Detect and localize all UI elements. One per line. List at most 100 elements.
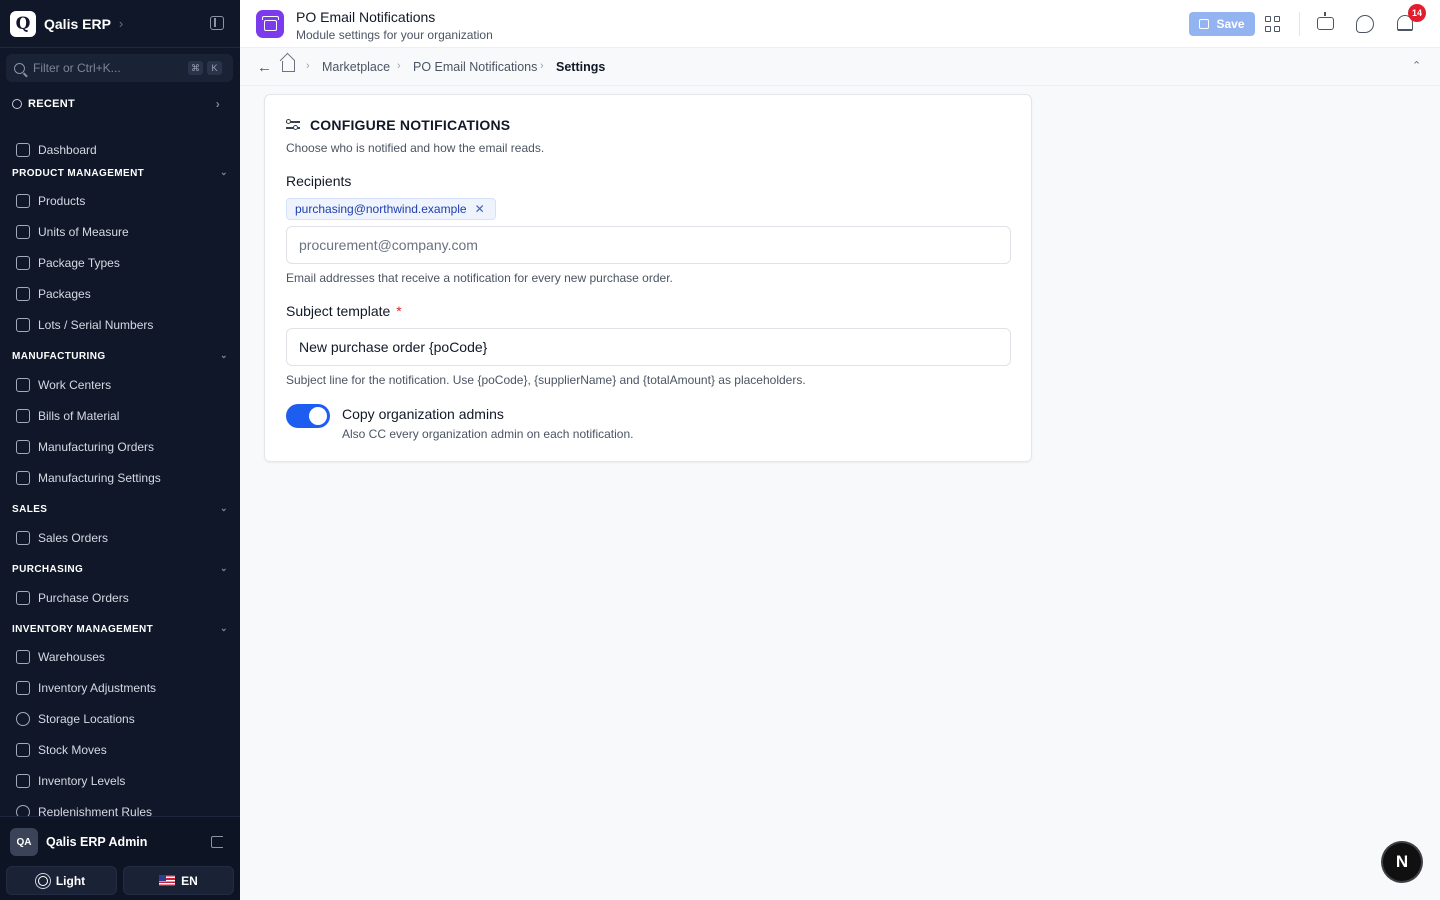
subject-template-label: Subject template * <box>286 303 402 319</box>
recipient-chip-label: purchasing@northwind.example <box>295 202 467 216</box>
sidebar-item-label: Dashboard <box>38 143 97 157</box>
map-pin-icon <box>16 712 30 726</box>
section-inventory-management[interactable]: INVENTORY MANAGEMENT ⌄ <box>12 623 228 635</box>
chevron-right-icon: › <box>306 60 310 72</box>
section-sales[interactable]: SALES ⌄ <box>12 503 228 515</box>
sidebar-item-label: Purchase Orders <box>38 591 129 605</box>
sidebar-item-lots-serial-numbers[interactable]: Lots / Serial Numbers <box>16 316 226 334</box>
sidebar-item-label: Stock Moves <box>38 743 107 757</box>
chat-icon[interactable] <box>1356 15 1374 33</box>
home-icon[interactable] <box>282 61 295 72</box>
required-mark: * <box>396 303 402 319</box>
bot-icon[interactable] <box>1317 12 1334 30</box>
factory-icon <box>16 440 30 454</box>
save-label: Save <box>1216 17 1245 31</box>
sidebar-item-warehouses[interactable]: Warehouses <box>16 648 226 666</box>
chevron-down-icon: ⌄ <box>220 350 228 360</box>
sun-icon <box>37 875 48 886</box>
subject-label-text: Subject template <box>286 303 391 319</box>
sidebar-item-stock-moves[interactable]: Stock Moves <box>16 741 226 759</box>
chevron-right-icon: › <box>397 60 401 72</box>
sliders-icon <box>16 471 30 485</box>
chevron-down-icon: ⌄ <box>220 623 228 633</box>
factory-icon <box>16 378 30 392</box>
sidebar-item-label: Storage Locations <box>38 712 135 726</box>
recent-section[interactable]: RECENT › <box>12 97 220 111</box>
sidebar-collapse-icon[interactable] <box>210 16 224 30</box>
section-title: INVENTORY MANAGEMENT <box>12 624 154 635</box>
remove-chip-icon[interactable]: ✕ <box>475 202 485 216</box>
kbd-k: K <box>207 61 222 75</box>
sidebar-item-products[interactable]: Products <box>16 192 226 210</box>
chevron-down-icon: ⌄ <box>220 167 228 177</box>
apps-grid-icon[interactable] <box>1265 16 1281 32</box>
sidebar-filter-input[interactable]: Filter or Ctrl+K... ⌘ K <box>6 54 233 82</box>
sidebar-item-label: Inventory Adjustments <box>38 681 157 695</box>
chevron-down-icon: ⌄ <box>220 503 228 513</box>
chevron-right-icon[interactable]: › <box>119 16 123 31</box>
copy-admins-toggle[interactable] <box>286 404 330 428</box>
section-title: SALES <box>12 504 48 515</box>
save-icon <box>1199 19 1210 29</box>
section-manufacturing[interactable]: MANUFACTURING ⌄ <box>12 350 228 362</box>
ruler-icon <box>16 225 30 239</box>
sidebar-item-inventory-adjustments[interactable]: Inventory Adjustments <box>16 679 226 697</box>
subject-template-help: Subject line for the notification. Use {… <box>286 373 806 387</box>
assistant-fab-button[interactable]: N <box>1383 843 1421 881</box>
hierarchy-icon <box>16 409 30 423</box>
sidebar-item-units-of-measure[interactable]: Units of Measure <box>16 223 226 241</box>
back-arrow-icon[interactable]: ← <box>257 59 272 76</box>
sidebar-item-work-centers[interactable]: Work Centers <box>16 376 226 394</box>
sidebar-item-purchase-orders[interactable]: Purchase Orders <box>16 589 226 607</box>
sidebar-item-manufacturing-orders[interactable]: Manufacturing Orders <box>16 438 226 456</box>
recipient-chip: purchasing@northwind.example ✕ <box>286 198 496 220</box>
sidebar-item-storage-locations[interactable]: Storage Locations <box>16 710 226 728</box>
us-flag-icon <box>159 875 176 886</box>
subject-template-input[interactable]: New purchase order {poCode} <box>286 328 1011 366</box>
section-purchasing[interactable]: PURCHASING ⌄ <box>12 563 228 575</box>
sidebar-item-manufacturing-settings[interactable]: Manufacturing Settings <box>16 469 226 487</box>
breadcrumb-marketplace[interactable]: Marketplace <box>322 60 390 74</box>
warehouse-icon <box>16 650 30 664</box>
settings-sliders-icon <box>286 118 300 131</box>
language-button[interactable]: EN <box>123 866 234 895</box>
notification-badge: 14 <box>1408 4 1426 22</box>
save-button[interactable]: Save <box>1189 12 1255 36</box>
search-icon <box>14 62 25 74</box>
sidebar-item-inventory-levels[interactable]: Inventory Levels <box>16 772 226 790</box>
chevron-up-icon[interactable]: ⌃ <box>1412 59 1421 72</box>
section-title: MANUFACTURING <box>12 351 106 362</box>
logout-icon[interactable] <box>211 836 223 848</box>
app-logo[interactable]: Q <box>10 10 36 37</box>
filter-placeholder: Filter or Ctrl+K... <box>33 61 121 75</box>
sidebar-item-label: Work Centers <box>38 378 112 392</box>
copy-admins-label: Copy organization admins <box>342 406 504 422</box>
recipients-input[interactable]: procurement@company.com <box>286 226 1011 264</box>
layers-icon <box>16 774 30 788</box>
sidebar-item-bills-of-material[interactable]: Bills of Material <box>16 407 226 425</box>
sidebar-footer: QA Qalis ERP Admin Light EN <box>0 816 240 900</box>
app-name[interactable]: Qalis ERP <box>44 16 111 32</box>
box-icon <box>16 256 30 270</box>
sidebar-item-sales-orders[interactable]: Sales Orders <box>16 529 226 547</box>
language-label: EN <box>181 873 198 888</box>
sidebar-item-package-types[interactable]: Package Types <box>16 254 226 272</box>
breadcrumb-settings: Settings <box>556 60 606 74</box>
breadcrumb-po-email-notifications[interactable]: PO Email Notifications <box>413 60 537 74</box>
sidebar-item-dashboard[interactable]: Dashboard <box>16 141 226 159</box>
chevron-down-icon: ⌄ <box>220 563 228 573</box>
breadcrumb: ← › Marketplace › PO Email Notifications… <box>240 48 1440 86</box>
box-icon <box>16 194 30 208</box>
sidebar-item-label: Manufacturing Orders <box>38 440 155 454</box>
avatar[interactable]: QA <box>10 828 38 856</box>
dashboard-icon <box>16 143 30 157</box>
user-name[interactable]: Qalis ERP Admin <box>46 835 147 849</box>
sidebar-item-packages[interactable]: Packages <box>16 285 226 303</box>
sidebar-item-label: Bills of Material <box>38 409 120 423</box>
section-product-management[interactable]: PRODUCT MANAGEMENT ⌄ <box>12 167 228 179</box>
recipients-help: Email addresses that receive a notificat… <box>286 271 673 285</box>
theme-toggle-button[interactable]: Light <box>6 866 117 895</box>
sidebar-item-label: Inventory Levels <box>38 774 126 788</box>
settings-card: CONFIGURE NOTIFICATIONS Choose who is no… <box>264 94 1032 462</box>
kbd-cmd: ⌘ <box>188 61 203 75</box>
